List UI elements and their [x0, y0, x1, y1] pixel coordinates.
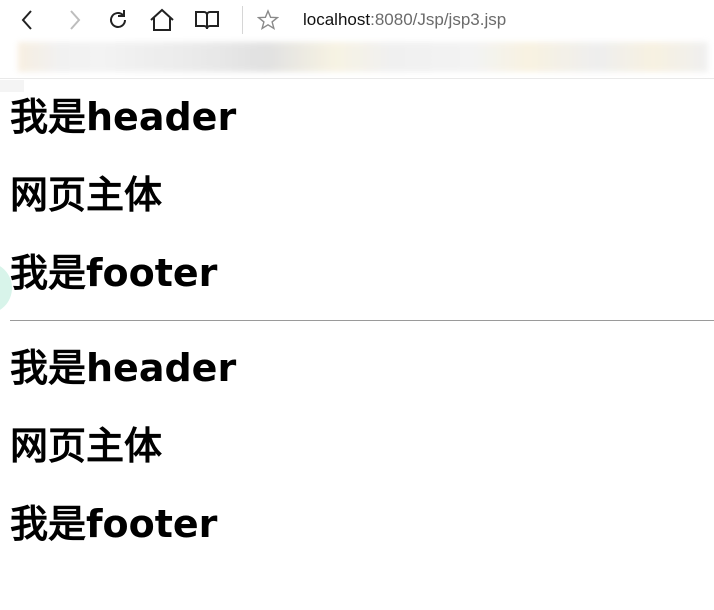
- include-block-1: 我是header 网页主体 我是footer: [10, 78, 714, 312]
- include-block-2: 我是header 网页主体 我是footer: [10, 329, 714, 563]
- chevron-left-icon: [21, 10, 32, 30]
- forward-button[interactable]: [60, 6, 88, 34]
- chevron-right-icon: [70, 10, 81, 30]
- refresh-icon: [110, 10, 126, 28]
- star-icon: [257, 9, 279, 31]
- header-text: 我是header: [10, 95, 237, 139]
- favorites-bar-blurred-items: [18, 42, 708, 72]
- body-text: 网页主体: [10, 424, 163, 468]
- horizontal-rule: [10, 320, 714, 321]
- back-button[interactable]: [14, 6, 42, 34]
- book-icon: [195, 11, 219, 30]
- favorites-bar: [0, 40, 714, 79]
- footer-text: 我是footer: [10, 502, 218, 546]
- address-host: localhost: [303, 10, 371, 29]
- reading-view-button[interactable]: [193, 6, 221, 34]
- favorite-button[interactable]: [254, 6, 282, 34]
- refresh-button[interactable]: [104, 6, 132, 34]
- body-text: 网页主体: [10, 173, 163, 217]
- address-bar[interactable]: localhost:8080/Jsp/jsp3.jsp: [303, 8, 506, 32]
- page-content: 我是header 网页主体 我是footer 我是header 网页主体 我是f…: [10, 78, 714, 563]
- home-button[interactable]: [148, 6, 176, 34]
- address-path: :8080/Jsp/jsp3.jsp: [370, 10, 507, 29]
- toolbar-divider: [242, 6, 243, 34]
- home-icon: [150, 8, 174, 31]
- browser-toolbar: localhost:8080/Jsp/jsp3.jsp: [0, 0, 714, 40]
- header-text: 我是header: [10, 346, 237, 390]
- footer-text: 我是footer: [10, 251, 218, 295]
